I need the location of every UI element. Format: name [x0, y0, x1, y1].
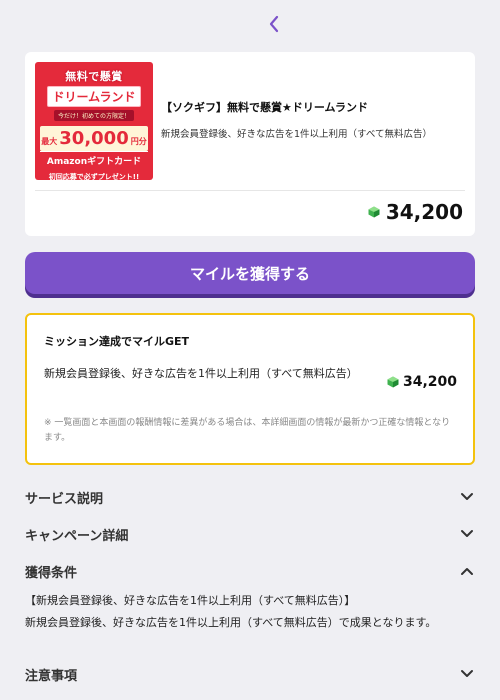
offer-reward-value: 34,200: [385, 200, 463, 224]
banner-gift-text: Amazonギフトカード: [40, 151, 148, 169]
banner-top-text: 無料で懸賞: [65, 70, 123, 83]
divider: [35, 190, 465, 191]
mission-text: 新規会員登録後、好きな広告を1件以上利用（すべて無料広告）: [44, 367, 358, 380]
banner-sub-text: 今だけ！初めての方限定！: [53, 110, 134, 121]
banner-amount: 30,000: [59, 128, 129, 149]
accordion-conditions-header[interactable]: 獲得条件: [25, 560, 475, 582]
chevron-down-icon: [459, 666, 475, 682]
green-gem-icon: [368, 206, 380, 218]
offer-description: 新規会員登録後、好きな広告を1件以上利用（すべて無料広告）: [161, 129, 433, 140]
mission-reward: 34,200: [387, 374, 457, 390]
accordion-campaign-label: キャンペーン詳細: [25, 528, 129, 544]
conditions-line-2: 新規会員登録後、好きな広告を1件以上利用（すべて無料広告）で成果となります。: [25, 616, 437, 629]
conditions-line-1: 【新規会員登録後、好きな広告を1件以上利用（すべて無料広告）】: [25, 594, 356, 607]
accordion-campaign-header[interactable]: キャンペーン詳細: [25, 523, 475, 545]
banner-unit: 円分: [130, 137, 147, 146]
offer-reward: 34,200: [368, 200, 463, 224]
mission-box: ミッション達成でマイルGET 新規会員登録後、好きな広告を1件以上利用（すべて無…: [25, 313, 475, 465]
chevron-down-icon: [459, 526, 475, 542]
mission-note: ※ 一覧画面と本画面の報酬情報に差異がある場合は、本詳細画面の情報が最新かつ正確…: [44, 418, 451, 443]
mission-heading: ミッション達成でマイルGET: [44, 335, 190, 348]
chevron-up-icon: [459, 563, 475, 579]
banner-title-text: ドリームランド: [47, 86, 141, 107]
banner-foot-text: 初回応募で必ずプレゼント!!: [48, 173, 140, 180]
offer-title: 【ソクギフ】無料で懸賞★ドリームランド: [161, 101, 368, 114]
chevron-left-icon: [269, 15, 279, 33]
accordion-notes-header[interactable]: 注意事項: [25, 663, 475, 685]
banner-max-label: 最大: [41, 137, 58, 146]
back-button[interactable]: [262, 12, 286, 36]
offer-card: 無料で懸賞 ドリームランド 今だけ！初めての方限定！ 最大 30,000 円分 …: [25, 52, 475, 236]
accordion-conditions-label: 獲得条件: [25, 565, 78, 581]
banner-amount-row: 最大 30,000 円分: [40, 126, 148, 151]
offer-banner-image: 無料で懸賞 ドリームランド 今だけ！初めての方限定！ 最大 30,000 円分 …: [35, 62, 153, 180]
green-gem-icon: [387, 376, 399, 388]
earn-miles-button[interactable]: マイルを獲得する: [25, 252, 475, 294]
chevron-down-icon: [459, 489, 475, 505]
accordion-service-header[interactable]: サービス説明: [25, 486, 475, 508]
mission-reward-value: 34,200: [402, 374, 457, 390]
accordion-notes-label: 注意事項: [25, 668, 78, 684]
accordion-service-label: サービス説明: [25, 491, 104, 507]
